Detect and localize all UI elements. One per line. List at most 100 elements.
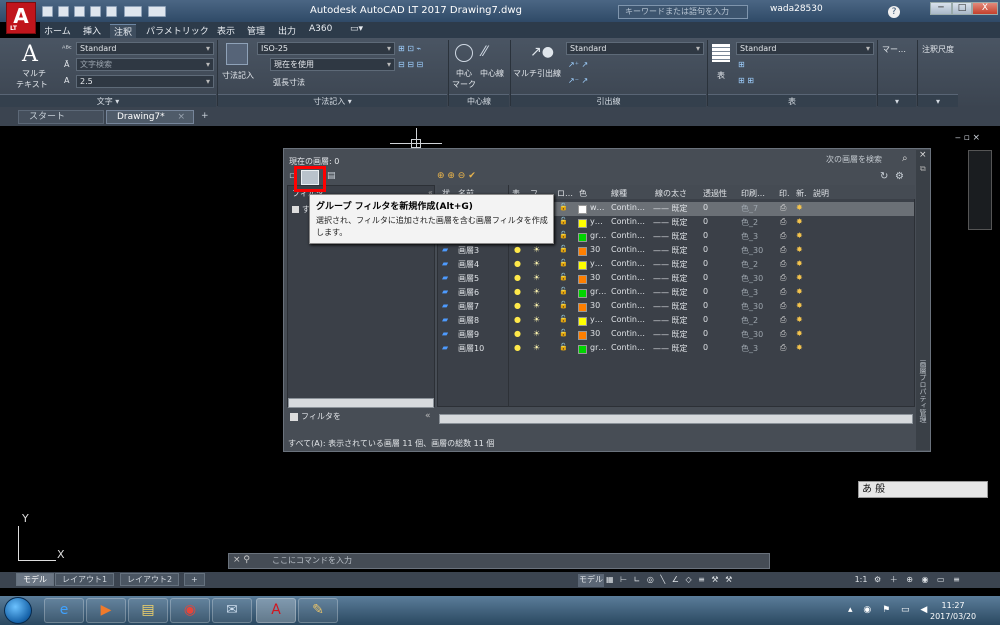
table-style-combo[interactable]: Standard — [736, 42, 874, 55]
color-swatch[interactable] — [578, 289, 587, 298]
tab-drawing7[interactable]: Drawing7* × — [106, 110, 194, 124]
lock-toggle-icon[interactable]: 🔓 — [559, 343, 568, 351]
new-vp-freeze-icon[interactable]: ✸ — [796, 259, 803, 268]
new-file-icon[interactable] — [42, 6, 53, 17]
print-icon[interactable] — [106, 6, 117, 17]
linetype[interactable]: Contin… — [611, 231, 645, 240]
plot-toggle-icon[interactable]: ⎙ — [780, 301, 786, 311]
autocad-taskbar-icon[interactable]: A — [256, 598, 296, 623]
redo-icon[interactable] — [148, 6, 166, 17]
transparency[interactable]: 0 — [703, 259, 708, 268]
color-name[interactable]: y… — [590, 217, 603, 226]
save-as-icon[interactable] — [90, 6, 101, 17]
explorer-taskbar-icon[interactable]: ▤ — [128, 598, 168, 623]
lock-toggle-icon[interactable]: 🔓 — [559, 217, 568, 225]
table-panel-label[interactable]: 表 — [708, 94, 876, 107]
linetype[interactable]: Contin… — [611, 301, 645, 310]
lock-toggle-icon[interactable]: 🔓 — [559, 203, 568, 211]
col-description[interactable]: 説明 — [813, 188, 829, 199]
system-tray-icons[interactable]: ▴ ◉ ⚑ ▭ ◀ — [848, 605, 931, 615]
plot-toggle-icon[interactable]: ⎙ — [780, 315, 786, 325]
lock-toggle-icon[interactable]: 🔓 — [559, 301, 568, 309]
mleader-style-combo[interactable]: Standard — [566, 42, 704, 55]
linetype[interactable]: Contin… — [611, 287, 645, 296]
layer-row[interactable]: ▰ 画層7 ● ☀ 🔓 30 Contin… —— 既定 0 色_30 ⎙ ✸ — [438, 300, 914, 314]
undo-icon[interactable] — [124, 6, 142, 17]
settings-icon[interactable]: ⚙ — [895, 171, 904, 182]
palette-close-icon[interactable]: × — [919, 150, 927, 160]
new-vp-freeze-icon[interactable]: ✸ — [796, 217, 803, 226]
status-toggle-icons[interactable]: ▦ ⊢ ∟ ◎ ╲ ∠ ◇ ≡ ⚒ ⚒ — [606, 574, 846, 587]
freeze-toggle-icon[interactable]: ☀ — [533, 259, 540, 268]
transparency[interactable]: 0 — [703, 315, 708, 324]
plot-toggle-icon[interactable]: ⎙ — [780, 245, 786, 255]
tab-annotate[interactable]: 注釈 — [110, 24, 137, 38]
lineweight[interactable]: —— 既定 — [653, 287, 688, 298]
col-transparency[interactable]: 透過性 — [703, 188, 727, 199]
plot-toggle-icon[interactable]: ⎙ — [780, 287, 786, 297]
freeze-toggle-icon[interactable]: ☀ — [533, 329, 540, 338]
tab-output[interactable]: 出力 — [278, 24, 296, 37]
lineweight[interactable]: —— 既定 — [653, 245, 688, 256]
table-extract-icon[interactable]: ⊞ — [738, 60, 745, 69]
find-text-input[interactable]: 文字検索 — [76, 58, 214, 71]
command-input[interactable]: ここにコマンドを入力 — [272, 555, 352, 566]
lineweight[interactable]: —— 既定 — [653, 329, 688, 340]
freeze-toggle-icon[interactable]: ☀ — [533, 287, 540, 296]
color-swatch[interactable] — [578, 317, 587, 326]
color-name[interactable]: y… — [590, 315, 603, 324]
transparency[interactable]: 0 — [703, 301, 708, 310]
color-swatch[interactable] — [578, 261, 587, 270]
add-layout-button[interactable]: + — [184, 573, 205, 586]
transparency[interactable]: 0 — [703, 329, 708, 338]
plot-toggle-icon[interactable]: ⎙ — [780, 203, 786, 213]
new-vp-freeze-icon[interactable]: ✸ — [796, 245, 803, 254]
centerline-icon[interactable]: ⁄⁄ — [482, 44, 502, 62]
freeze-toggle-icon[interactable]: ☀ — [533, 245, 540, 254]
leader-add-icon[interactable]: ↗⁺ ↗ — [568, 60, 588, 69]
dimension-icon[interactable] — [226, 43, 248, 65]
on-toggle-icon[interactable]: ● — [514, 273, 521, 282]
status-tools-icons[interactable]: ⚙ ＋ ⊕ ◉ ▭ ≡ — [874, 574, 994, 587]
lock-toggle-icon[interactable]: 🔓 — [559, 315, 568, 323]
layer-hscrollbar[interactable] — [439, 414, 913, 424]
dim-tools-icons-2[interactable]: ⊟ ⊟ ⊟ — [398, 60, 423, 69]
on-toggle-icon[interactable]: ● — [514, 259, 521, 268]
collapse-left-icon[interactable]: « — [425, 411, 431, 421]
lock-toggle-icon[interactable]: 🔓 — [559, 287, 568, 295]
color-name[interactable]: w… — [590, 203, 605, 212]
tab-home[interactable]: ホーム — [44, 24, 71, 37]
freeze-toggle-icon[interactable]: ☀ — [533, 301, 540, 310]
linetype[interactable]: Contin… — [611, 245, 645, 254]
lock-toggle-icon[interactable]: 🔓 — [559, 245, 568, 253]
transparency[interactable]: 0 — [703, 231, 708, 240]
plot-toggle-icon[interactable]: ⎙ — [780, 259, 786, 269]
freeze-toggle-icon[interactable]: ☀ — [533, 315, 540, 324]
media-player-taskbar-icon[interactable]: ▶ — [86, 598, 126, 623]
color-name[interactable]: y… — [590, 259, 603, 268]
color-name[interactable]: 30 — [590, 329, 600, 338]
transparency[interactable]: 0 — [703, 203, 708, 212]
color-swatch[interactable] — [578, 219, 587, 228]
lineweight[interactable]: —— 既定 — [653, 203, 688, 214]
plot-toggle-icon[interactable]: ⎙ — [780, 231, 786, 241]
lock-toggle-icon[interactable]: 🔓 — [559, 273, 568, 281]
ie-taskbar-icon[interactable]: e — [44, 598, 84, 623]
color-swatch[interactable] — [578, 345, 587, 354]
linetype[interactable]: Contin… — [611, 259, 645, 268]
text-panel-label[interactable]: 文字 ▾ — [0, 94, 216, 107]
layer-actions-icons[interactable]: ⊕ ⊕ ⊖ ✔ — [437, 171, 476, 181]
plot-toggle-icon[interactable]: ⎙ — [780, 273, 786, 283]
tab-model[interactable]: モデル — [16, 573, 54, 586]
col-lock[interactable]: ロ… — [557, 188, 573, 199]
leader-align-icon[interactable]: ↗⁻ ↗ — [568, 76, 588, 85]
dim-style-combo[interactable]: ISO-25 — [257, 42, 395, 55]
col-plot[interactable]: 印. — [779, 188, 790, 199]
linetype[interactable]: Contin… — [611, 315, 645, 324]
user-account[interactable]: wada28530 — [770, 4, 823, 14]
save-icon[interactable] — [74, 6, 85, 17]
text-height-combo[interactable]: 2.5 — [76, 75, 214, 88]
command-line[interactable]: × ⚲ ここにコマンドを入力 — [228, 553, 770, 569]
navigation-bar[interactable] — [968, 150, 992, 230]
transparency[interactable]: 0 — [703, 273, 708, 282]
